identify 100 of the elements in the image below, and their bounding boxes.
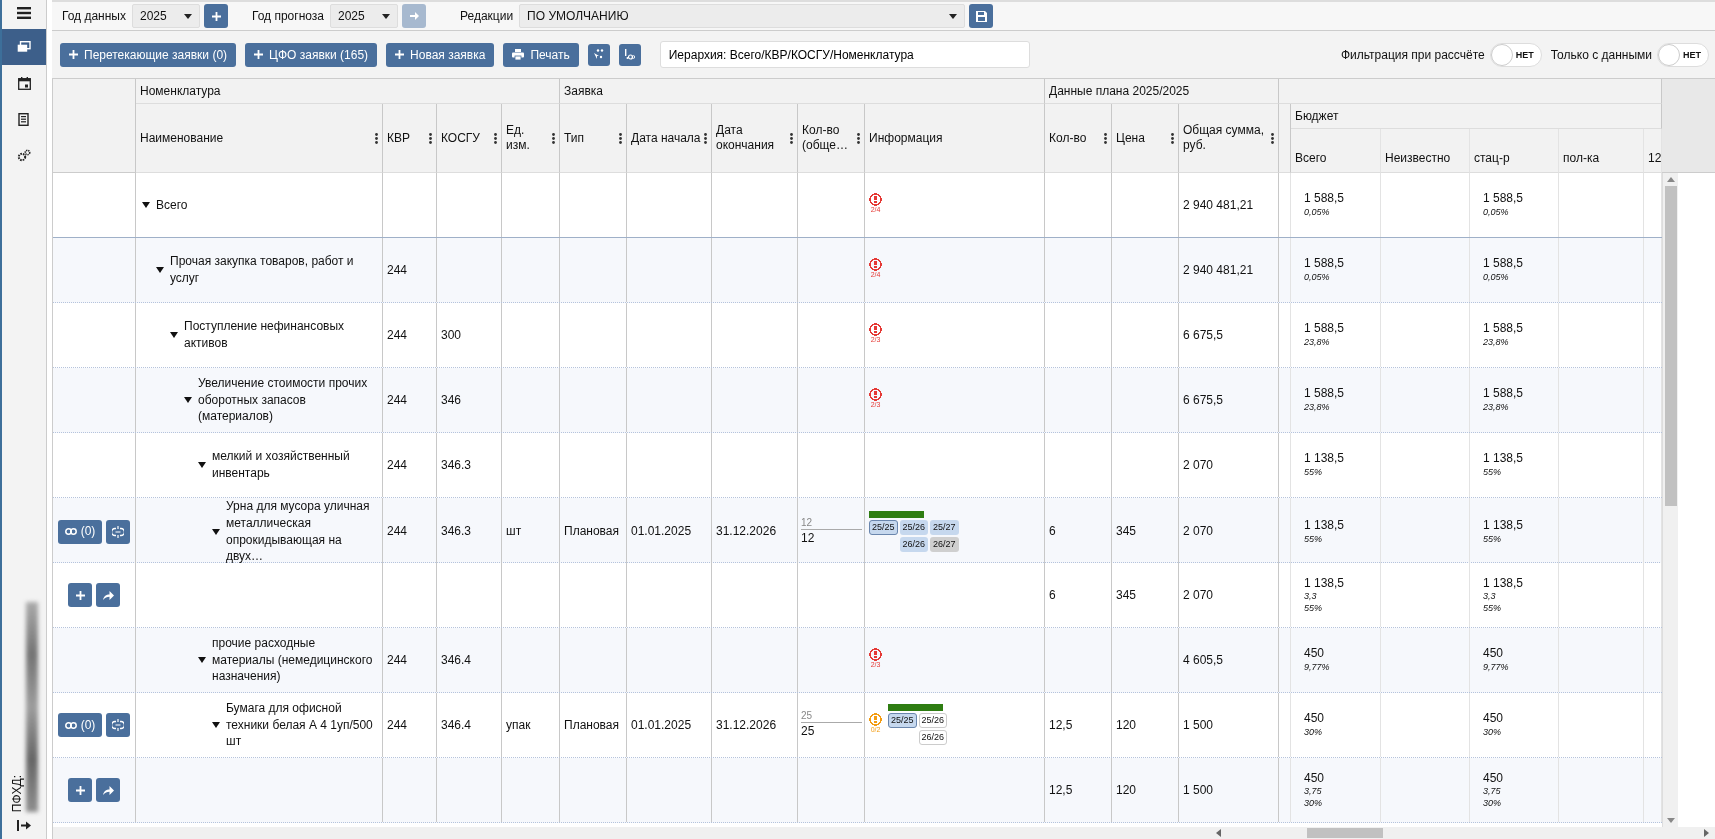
column-menu-icon[interactable] [704,132,707,144]
scroll-left-icon[interactable] [1216,829,1221,837]
column-group-header: Заявка [564,84,603,98]
kosgu-cell: 346.4 [441,716,472,734]
column-menu-icon[interactable] [1271,132,1274,144]
item-name: Урна для мусора уличная металлическая опрокидывающая на двух… [226,498,371,566]
column-menu-icon[interactable] [619,132,622,144]
links-button[interactable]: (0) [57,713,103,737]
horizontal-scrollbar[interactable] [53,827,1715,839]
logout-icon[interactable] [17,820,31,831]
column-header[interactable]: КВР [387,130,410,146]
add-button[interactable]: Новая заявка [386,42,495,67]
column-menu-icon[interactable] [857,132,860,144]
vertical-scrollbar[interactable] [1662,173,1678,827]
expand-toggle-icon[interactable] [142,202,150,208]
add-button[interactable]: Перетекающие заявки (0) [60,42,237,67]
period-chip[interactable]: 26/27 [930,537,959,552]
add-button[interactable] [68,583,92,607]
add-year-button[interactable] [204,4,228,28]
links-button[interactable]: (0) [57,519,103,544]
column-header[interactable]: 12 [1648,151,1661,165]
hierarchy-button[interactable] [587,43,610,66]
expand-toggle-icon[interactable] [198,657,206,663]
period-chip[interactable]: 25/27 [930,520,959,536]
column-header[interactable]: пол-ка [1563,151,1600,165]
year-select[interactable]: 2025 [132,4,200,28]
period-chip[interactable]: 25/26 [918,713,948,728]
link-icon [64,721,77,729]
scroll-up-icon[interactable] [1666,177,1675,182]
kosgu-cell: 346.4 [441,651,472,669]
toggle-switch[interactable]: НЕТ [1657,42,1709,67]
print-button[interactable]: Печать [503,42,579,67]
plan-quantity-cell: 6 [1049,586,1056,604]
forecast-year-select[interactable]: 2025 [330,4,398,28]
kvr-cell: 244 [387,456,408,474]
expand-toggle-icon[interactable] [156,267,164,273]
column-menu-icon[interactable] [494,132,497,144]
column-header[interactable]: Всего [1295,151,1327,165]
share-button[interactable] [96,778,120,802]
hierarchy-field[interactable]: Иерархия: Всего/КВР/КОСГУ/Номенклатура [659,41,1030,68]
period-chip[interactable]: 25/25 [869,520,898,536]
add-button[interactable]: ЦФО заявки (165) [245,42,378,67]
budget-note: 0,05% [1304,271,1330,284]
add-button[interactable] [68,778,92,802]
column-menu-icon[interactable] [1171,132,1174,144]
period-chip[interactable]: 25/26 [899,520,929,536]
kvr-cell: 244 [387,261,408,279]
column-menu-icon[interactable] [552,132,555,144]
unlink-button[interactable] [106,519,131,544]
column-header[interactable]: Ед. изм. [506,123,550,153]
column-header[interactable]: КОСГУ [441,130,480,146]
budget-value: 450 [1483,770,1504,787]
decimals-button[interactable] [618,43,641,66]
budget-value: 450 [1483,711,1504,727]
column-header[interactable]: Дата окончания [716,123,788,153]
scroll-right-icon[interactable] [1704,829,1709,837]
column-menu-icon[interactable] [375,132,378,144]
price-cell: 345 [1116,586,1137,604]
save-icon [975,10,987,22]
toggle-switch[interactable]: НЕТ [1489,42,1542,67]
budget-note: 55% [1304,602,1322,615]
expand-toggle-icon[interactable] [212,528,220,535]
column-header[interactable]: Дата начала [631,130,701,146]
column-header[interactable]: стац-р [1474,151,1510,165]
column-menu-icon[interactable] [1104,132,1107,144]
end-date-cell: 31.12.2026 [716,523,777,540]
total-sum-cell: 2 940 481,21 [1183,196,1254,214]
period-chip[interactable]: 26/26 [899,537,929,552]
expand-toggle-icon[interactable] [170,332,178,338]
column-header[interactable]: Наименование [140,130,224,146]
column-header[interactable]: Общая сумма, руб. [1183,123,1269,153]
share-button[interactable] [96,583,120,607]
total-sum-cell: 2 070 [1183,586,1214,604]
menu-icon[interactable] [17,7,31,19]
column-header[interactable]: Цена [1116,130,1145,146]
expand-toggle-icon[interactable] [184,397,192,403]
period-chip[interactable]: 25/25 [888,713,917,728]
column-header[interactable]: Тип [564,130,584,146]
printer-icon [512,49,525,60]
budget-note: 0,05% [1304,206,1330,219]
column-header[interactable]: Информация [869,130,943,146]
column-menu-icon[interactable] [429,132,432,144]
scroll-down-icon[interactable] [1666,818,1675,823]
column-menu-icon[interactable] [790,132,793,144]
plan-quantity-cell: 12,5 [1049,716,1073,734]
column-header[interactable]: Кол-во [1049,130,1087,146]
unit-cell: упак [506,716,531,734]
item-name: прочие расходные материалы (немедицинского назначения) [212,634,374,686]
sidebar-item[interactable] [2,29,46,65]
expand-toggle-icon[interactable] [212,722,220,728]
unlink-button[interactable] [106,713,131,737]
budget-note: 30% [1304,726,1322,739]
column-header[interactable]: Неизвестно [1385,151,1451,165]
expand-toggle-icon[interactable] [198,462,206,468]
sidebar-footer-label: ПФХД: [10,774,24,812]
column-header[interactable]: Кол-во (обще… [802,123,855,153]
save-button[interactable] [969,4,994,28]
decimals-icon [624,49,636,60]
period-chip[interactable]: 26/26 [918,729,948,745]
edition-select[interactable]: ПО УМОЛЧАНИЮ [519,4,966,28]
